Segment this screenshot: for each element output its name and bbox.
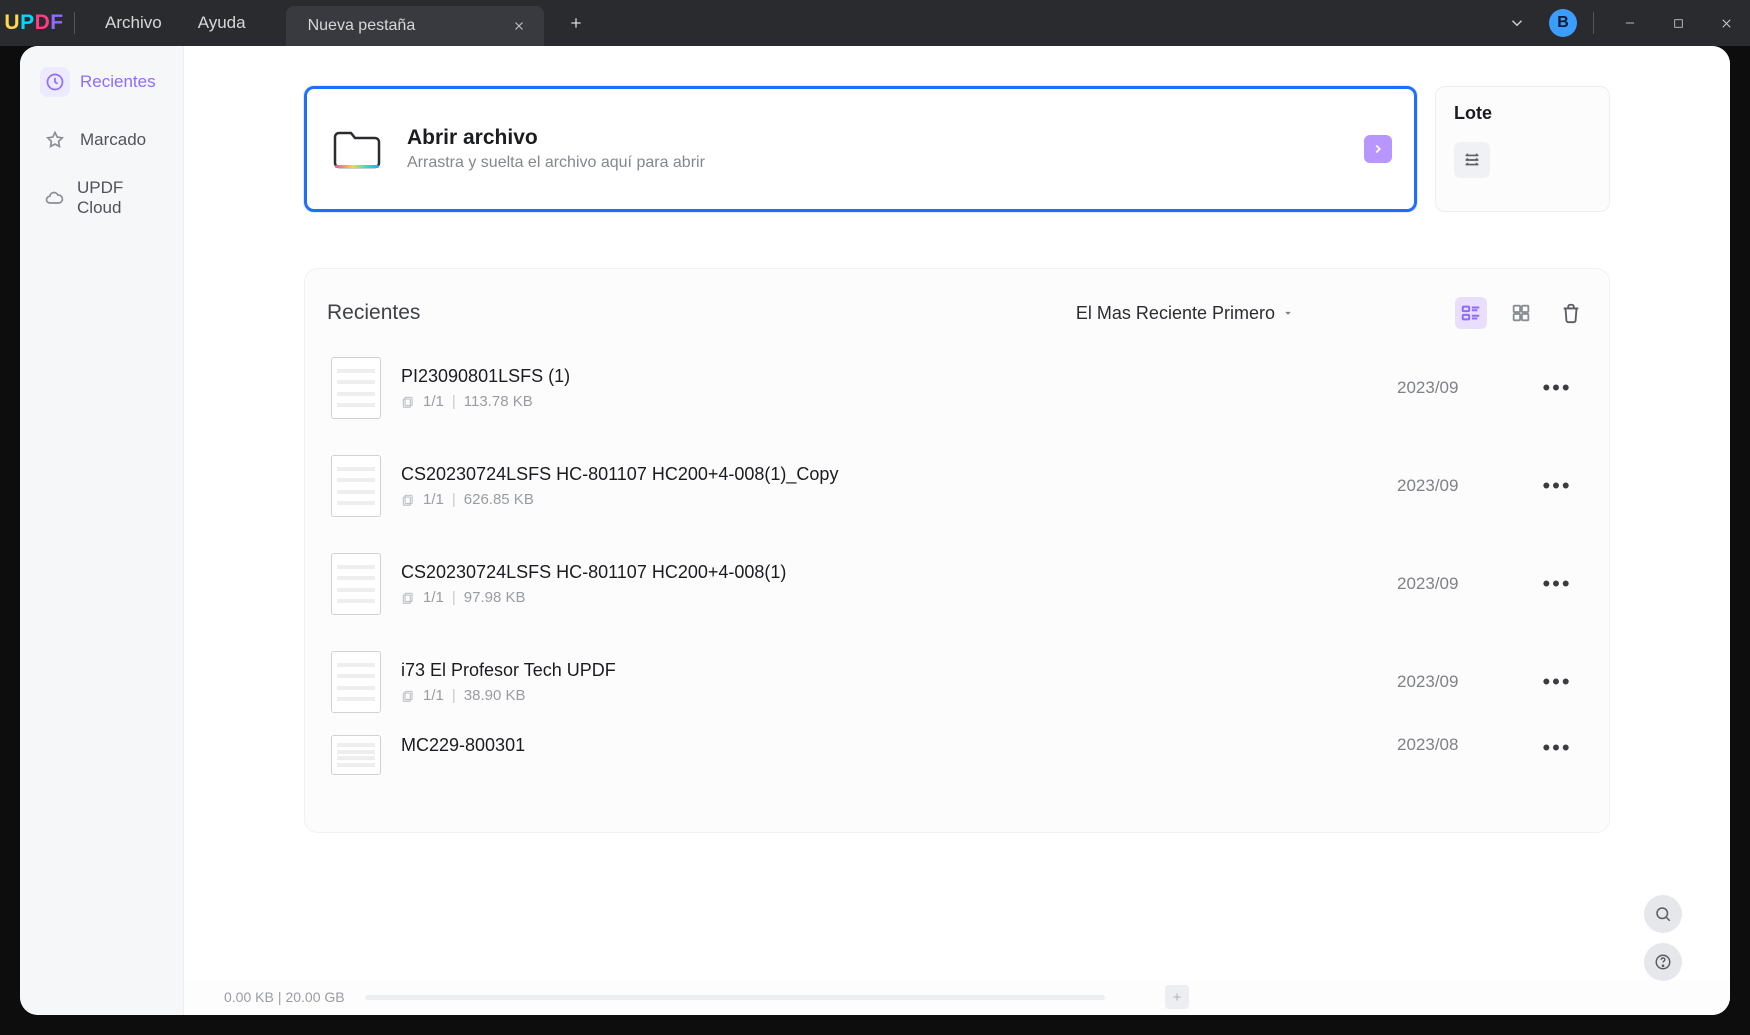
open-file-title: Abrir archivo (407, 126, 705, 150)
file-rows: PI23090801LSFS (1) 1/1 | 113.78 KB 2023/… (327, 339, 1587, 791)
sidebar-item-marcado[interactable]: Marcado (28, 118, 175, 162)
file-name: PI23090801LSFS (1) (401, 366, 1397, 387)
table-row[interactable]: PI23090801LSFS (1) 1/1 | 113.78 KB 2023/… (327, 339, 1587, 437)
cloud-icon (40, 183, 67, 213)
sidebar-item-recientes[interactable]: Recientes (28, 60, 175, 104)
sidebar-item-label: Marcado (80, 130, 146, 150)
file-thumbnail (331, 735, 381, 775)
minimize-button[interactable] (1606, 0, 1654, 46)
folder-icon (329, 127, 385, 171)
file-size: 626.85 KB (464, 491, 534, 508)
pages-icon (401, 689, 415, 703)
table-row[interactable]: i73 El Profesor Tech UPDF 1/1 | 38.90 KB… (327, 633, 1587, 731)
menu-archivo[interactable]: Archivo (87, 0, 180, 46)
storage-meter (365, 995, 1105, 1000)
file-date: 2023/08 (1397, 735, 1527, 755)
more-button[interactable]: ••• (1527, 571, 1587, 597)
delete-button[interactable] (1555, 297, 1587, 329)
tab-current[interactable]: Nueva pestaña (286, 6, 544, 46)
more-button[interactable]: ••• (1527, 473, 1587, 499)
storage-total: 20.00 GB (285, 989, 344, 1005)
sidebar-item-label: UPDF Cloud (77, 178, 163, 218)
file-thumbnail (331, 651, 381, 713)
help-button[interactable] (1644, 943, 1682, 981)
pages-icon (401, 395, 415, 409)
file-size: 97.98 KB (464, 589, 526, 606)
chevron-down-icon[interactable] (1495, 0, 1539, 46)
file-size: 113.78 KB (464, 393, 533, 410)
logo-letter: U (4, 11, 20, 35)
table-row[interactable]: MC229-800301 2023/08 ••• (327, 731, 1587, 791)
file-name: MC229-800301 (401, 735, 1397, 756)
star-icon (40, 125, 70, 155)
sidebar-item-label: Recientes (80, 72, 156, 92)
new-tab-button[interactable] (562, 9, 590, 37)
storage-used: 0.00 KB (224, 989, 274, 1005)
file-name: CS20230724LSFS HC-801107 HC200+4-008(1) (401, 562, 1397, 583)
pages-icon (401, 493, 415, 507)
table-row[interactable]: CS20230724LSFS HC-801107 HC200+4-008(1)_… (327, 437, 1587, 535)
pages-icon (401, 591, 415, 605)
file-pages: 1/1 (423, 393, 444, 410)
logo-letter: D (35, 11, 51, 35)
batch-panel[interactable]: Lote (1435, 86, 1610, 212)
sort-dropdown[interactable]: El Mas Reciente Primero (1076, 303, 1295, 324)
table-row[interactable]: CS20230724LSFS HC-801107 HC200+4-008(1) … (327, 535, 1587, 633)
view-list-button[interactable] (1455, 297, 1487, 329)
file-size: 38.90 KB (464, 687, 526, 704)
file-thumbnail (331, 455, 381, 517)
open-file-subtitle: Arrastra y suelta el archivo aquí para a… (407, 154, 705, 172)
avatar[interactable]: B (1549, 9, 1577, 37)
sort-label: El Mas Reciente Primero (1076, 303, 1275, 324)
logo-letter: P (20, 11, 35, 35)
open-file-arrow-button[interactable] (1364, 135, 1392, 163)
main-area: Abrir archivo Arrastra y suelta el archi… (184, 46, 1730, 1015)
search-button[interactable] (1644, 895, 1682, 933)
clock-icon (40, 67, 70, 97)
maximize-button[interactable] (1654, 0, 1702, 46)
sidebar-item-cloud[interactable]: UPDF Cloud (28, 176, 175, 220)
add-storage-button[interactable] (1165, 985, 1189, 1009)
tab-title: Nueva pestaña (308, 17, 508, 35)
file-name: CS20230724LSFS HC-801107 HC200+4-008(1)_… (401, 464, 1397, 485)
more-button[interactable]: ••• (1527, 375, 1587, 401)
batch-icon (1454, 142, 1490, 178)
more-button[interactable]: ••• (1527, 735, 1587, 761)
file-date: 2023/09 (1397, 574, 1527, 594)
file-pages: 1/1 (423, 589, 444, 606)
file-thumbnail (331, 357, 381, 419)
close-icon[interactable] (508, 15, 530, 37)
menu-ayuda[interactable]: Ayuda (180, 0, 264, 46)
recents-title: Recientes (327, 301, 420, 325)
file-pages: 1/1 (423, 687, 444, 704)
more-button[interactable]: ••• (1527, 669, 1587, 695)
view-grid-button[interactable] (1505, 297, 1537, 329)
divider (74, 12, 75, 34)
file-date: 2023/09 (1397, 476, 1527, 496)
logo-letter: F (50, 11, 63, 35)
file-name: i73 El Profesor Tech UPDF (401, 660, 1397, 681)
file-date: 2023/09 (1397, 672, 1527, 692)
storage-bar: 0.00 KB | 20.00 GB (184, 979, 1730, 1015)
sidebar: Recientes Marcado UPDF Cloud (20, 46, 184, 1015)
app-logo: UPDF (0, 0, 68, 46)
file-thumbnail (331, 553, 381, 615)
batch-title: Lote (1454, 103, 1591, 124)
recents-panel: Recientes El Mas Reciente Primero (304, 268, 1610, 833)
open-file-dropzone[interactable]: Abrir archivo Arrastra y suelta el archi… (304, 86, 1417, 212)
content-area: Recientes Marcado UPDF Cloud (20, 46, 1730, 1015)
titlebar: UPDF Archivo Ayuda Nueva pestaña B (0, 0, 1750, 46)
file-pages: 1/1 (423, 491, 444, 508)
file-date: 2023/09 (1397, 378, 1527, 398)
close-window-button[interactable] (1702, 0, 1750, 46)
divider (1593, 12, 1594, 34)
